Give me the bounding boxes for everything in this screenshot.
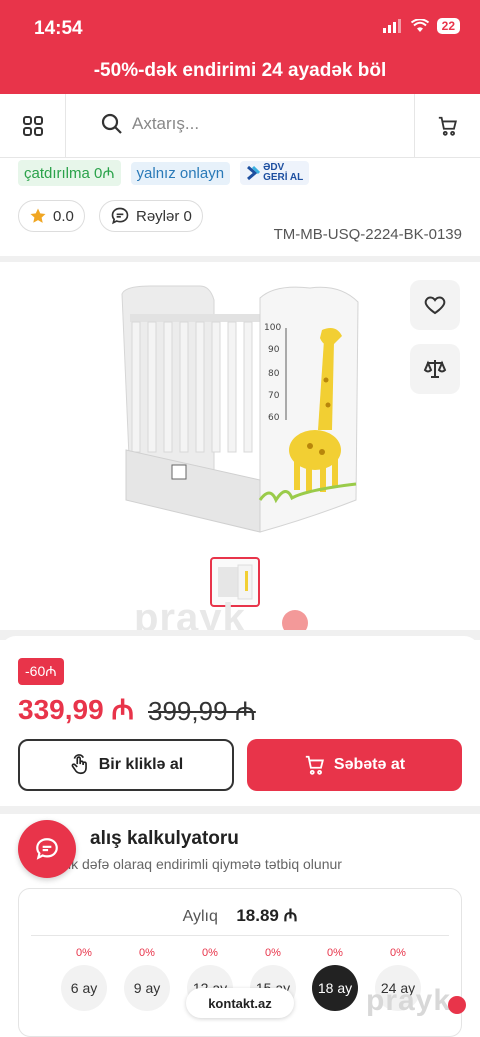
top-nav: Axtarış... (0, 94, 480, 158)
search-input[interactable]: Axtarış... (100, 112, 199, 136)
term-option[interactable]: 0% 9 ay (124, 947, 170, 1011)
one-click-buy-button[interactable]: Bir kliklə al (18, 739, 234, 791)
scale-icon (423, 360, 447, 378)
calculator-title: alış kalkulyatoru (90, 828, 239, 849)
heart-icon (424, 296, 446, 315)
reviews-count: Rəylər 0 (136, 207, 192, 225)
monthly-label: Aylıq (182, 908, 218, 925)
monthly-payment: 18.89 ₼ (236, 906, 298, 925)
grid-icon (22, 116, 43, 136)
price-card: -60₼ 339,99 ₼ 399,99 ₼ Bir kliklə al Səb… (0, 636, 480, 806)
compare-button[interactable] (410, 344, 460, 394)
tap-hand-icon (71, 754, 87, 775)
status-time: 14:54 (34, 18, 83, 39)
promo-banner[interactable]: -50%-dək endirimi 24 ayadək böl (0, 48, 480, 94)
old-price: 399,99 ₼ (148, 696, 256, 726)
product-tags: çatdırılma 0₼ yalnız onlayn ƏDV GERİ AL (18, 160, 310, 186)
corner-watermark: prayk (366, 984, 452, 1017)
section-divider (0, 806, 480, 814)
svg-text:100: 100 (264, 323, 281, 333)
comment-icon (111, 207, 129, 225)
chat-button[interactable] (18, 820, 76, 878)
svg-text:90: 90 (268, 345, 280, 355)
svg-text:60: 60 (268, 413, 280, 423)
cart-icon (438, 116, 457, 136)
wifi-icon (410, 19, 429, 32)
vat-refund-icon (247, 165, 261, 181)
signal-icon (382, 19, 401, 33)
search-placeholder: Axtarış... (132, 114, 200, 133)
favorite-button[interactable] (410, 280, 460, 330)
add-to-cart-button[interactable]: Səbətə at (247, 739, 462, 791)
svg-text:80: 80 (268, 369, 280, 379)
reviews-pill[interactable]: Rəylər 0 (99, 200, 203, 232)
star-icon (30, 208, 46, 223)
delivery-tag: çatdırılma 0₼ (18, 160, 121, 186)
section-divider (0, 256, 480, 262)
status-bar: 14:54 22 (0, 0, 480, 48)
contact-chip[interactable]: kontakt.az (186, 988, 294, 1018)
rating-pill[interactable]: 0.0 (18, 200, 85, 232)
cart-icon (305, 755, 324, 775)
product-image[interactable]: 100 90 80 70 60 (110, 280, 370, 540)
cart-button[interactable] (414, 94, 480, 158)
svg-text:70: 70 (268, 391, 280, 401)
discount-badge: -60₼ (18, 658, 64, 685)
search-icon (101, 113, 122, 134)
online-only-tag: yalnız onlayn (130, 161, 231, 185)
calculator-subtitle: ik dəfə olaraq endirimli qiymətə tətbiq … (68, 856, 342, 872)
vat-refund-badge: ƏDV GERİ AL (240, 161, 310, 185)
battery-indicator: 22 (436, 18, 460, 34)
term-option-selected[interactable]: 0% 18 ay (312, 947, 358, 1011)
chat-icon (36, 838, 58, 860)
term-option[interactable]: 0% 6 ay (61, 947, 107, 1011)
rating-score: 0.0 (53, 207, 74, 225)
current-price: 339,99 ₼ (18, 694, 135, 725)
corner-watermark-dot (448, 996, 466, 1014)
categories-button[interactable] (0, 94, 66, 158)
product-sku: TM-MB-USQ-2224-BK-0139 (273, 226, 462, 243)
